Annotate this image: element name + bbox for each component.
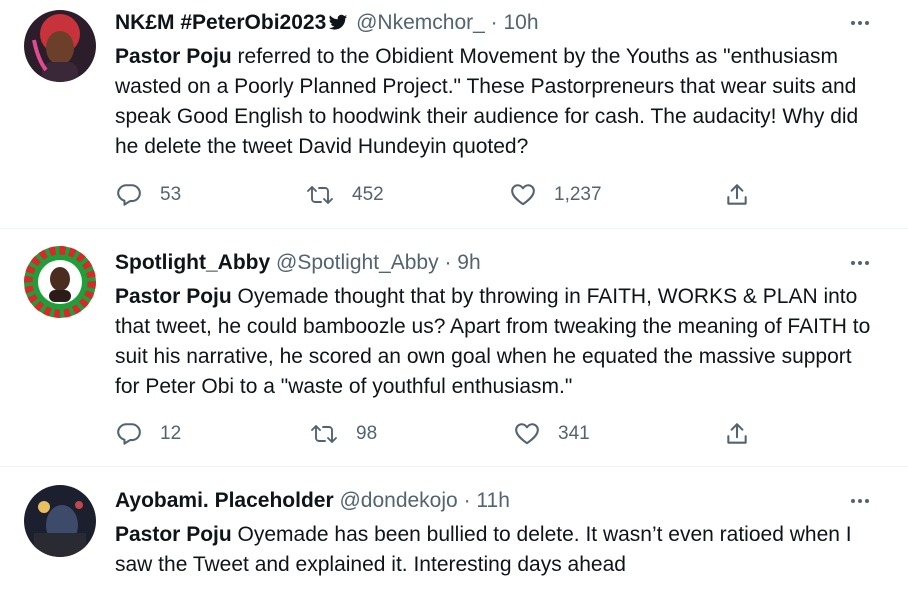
heart-icon (511, 184, 535, 206)
reply-icon (117, 184, 141, 206)
handle[interactable]: @Spotlight_Abby (276, 251, 439, 274)
more-icon[interactable] (848, 489, 872, 513)
tweet[interactable]: Ayobami. Placeholder @dondekojo · 11h Pa… (0, 467, 908, 598)
like-button[interactable]: 341 (514, 417, 590, 451)
reply-button[interactable]: 12 (116, 417, 181, 451)
tweet[interactable]: Spotlight_Abby @Spotlight_Abby · 9h Past… (0, 229, 908, 466)
separator: · (463, 489, 471, 512)
retweet-count: 98 (356, 423, 378, 444)
retweet-icon (307, 186, 333, 204)
tweet-header: Spotlight_Abby @Spotlight_Abby · 9h (115, 250, 481, 276)
more-icon[interactable] (848, 251, 872, 275)
timestamp[interactable]: 11h (476, 489, 509, 512)
timestamp[interactable]: 9h (457, 251, 480, 274)
reply-icon (117, 423, 141, 445)
tweet-feed: NK£M #PeterObi2023 @Nkemchor_ · 10h Past… (0, 0, 908, 598)
avatar[interactable] (24, 246, 96, 318)
like-button[interactable]: 1,237 (510, 178, 602, 212)
tweet-text: Pastor Poju Oyemade thought that by thro… (115, 282, 875, 402)
handle[interactable]: @Nkemchor_ (356, 11, 485, 34)
twitter-bird-icon (328, 13, 348, 39)
retweet-icon (311, 425, 337, 443)
tweet-actions: 53 452 1,237 (0, 178, 908, 212)
share-button[interactable] (724, 417, 750, 451)
share-button[interactable] (724, 178, 750, 212)
reply-count: 53 (160, 184, 182, 205)
more-icon[interactable] (848, 11, 872, 35)
display-name[interactable]: Spotlight_Abby (115, 251, 270, 274)
like-count: 341 (558, 423, 590, 444)
heart-icon (515, 423, 539, 445)
retweet-button[interactable]: 98 (310, 417, 377, 451)
retweet-count: 452 (352, 184, 384, 205)
separator: · (490, 11, 498, 34)
handle[interactable]: @dondekojo (339, 489, 457, 512)
mention-link[interactable]: Pastor Poju (115, 45, 232, 68)
mention-link[interactable]: Pastor Poju (115, 285, 232, 308)
share-icon (727, 184, 747, 205)
tweet-actions: 12 98 341 (0, 417, 908, 451)
display-name[interactable]: NK£M #PeterObi2023 (115, 11, 326, 34)
tweet-text: Pastor Poju Oyemade has been bullied to … (115, 520, 875, 580)
reply-count: 12 (160, 423, 182, 444)
mention-link[interactable]: Pastor Poju (115, 523, 232, 546)
tweet-header: Ayobami. Placeholder @dondekojo · 11h (115, 488, 510, 514)
retweet-button[interactable]: 452 (306, 178, 384, 212)
avatar[interactable] (24, 10, 96, 82)
tweet-text: Pastor Poju referred to the Obidient Mov… (115, 42, 875, 162)
reply-button[interactable]: 53 (116, 178, 181, 212)
tweet[interactable]: NK£M #PeterObi2023 @Nkemchor_ · 10h Past… (0, 0, 908, 228)
tweet-header: NK£M #PeterObi2023 @Nkemchor_ · 10h (115, 10, 539, 39)
display-name[interactable]: Ayobami. Placeholder (115, 489, 334, 512)
share-icon (727, 423, 747, 444)
like-count: 1,237 (554, 184, 602, 205)
timestamp[interactable]: 10h (503, 11, 538, 34)
avatar[interactable] (24, 485, 96, 557)
separator: · (444, 251, 452, 274)
